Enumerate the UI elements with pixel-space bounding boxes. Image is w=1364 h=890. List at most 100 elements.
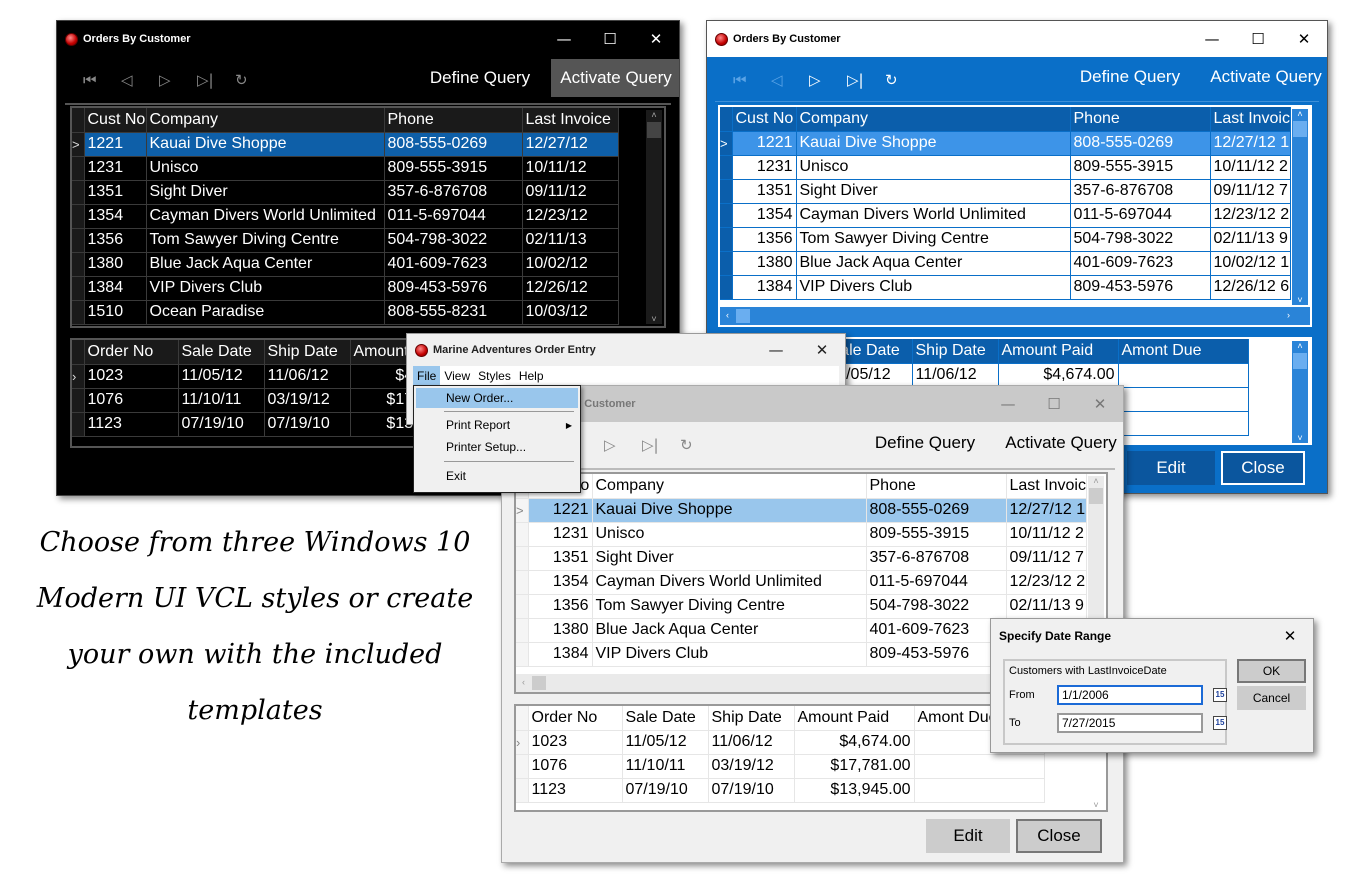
prior-record-icon[interactable]: ◁ bbox=[121, 71, 159, 89]
table-row[interactable]: 1354 Cayman Divers World Unlimited 011-5-6… bbox=[720, 203, 1291, 228]
to-date-input[interactable]: 7/27/2015 bbox=[1057, 713, 1203, 733]
prior-record-icon[interactable]: ◁ bbox=[771, 71, 809, 89]
maximize-button[interactable]: ☐ bbox=[1235, 21, 1281, 57]
calendar-icon[interactable]: 15 bbox=[1213, 688, 1227, 702]
table-row[interactable]: 112307/19/1007/19/10$13,945.00 bbox=[516, 778, 1045, 803]
cell: 1076 bbox=[528, 754, 623, 779]
horizontal-scrollbar[interactable]: ‹ › bbox=[720, 307, 1310, 325]
table-row[interactable]: 1354 Cayman Divers World Unlimited 011-5-6… bbox=[72, 204, 619, 229]
table-row[interactable]: 1380Blue Jack Aqua Center401-609-762310/… bbox=[72, 252, 619, 277]
row-indicator bbox=[720, 179, 733, 204]
close-window-button[interactable]: Close bbox=[1016, 819, 1102, 853]
table-row[interactable]: 1356 Tom Sawyer Diving Centre 504-798-3022… bbox=[516, 594, 1087, 619]
table-row[interactable]: ›102311/05/1211/06/12$4,674.00 bbox=[516, 730, 1045, 755]
cell: 12/27/12 1 bbox=[1006, 498, 1087, 523]
vertical-scrollbar[interactable]: ˄ ˅ bbox=[646, 110, 662, 324]
ok-button[interactable]: OK bbox=[1237, 659, 1306, 683]
vertical-scrollbar[interactable]: ˄ ˅ bbox=[1292, 109, 1308, 305]
cell: VIP Divers Club bbox=[146, 276, 385, 301]
refresh-icon[interactable]: ↻ bbox=[885, 71, 923, 89]
minimize-button[interactable]: — bbox=[541, 21, 587, 57]
activate-query-button[interactable]: Activate Query bbox=[1201, 58, 1327, 96]
close-button[interactable]: ✕ bbox=[1267, 619, 1313, 653]
table-row[interactable]: >1221 Kauai Dive Shoppe 808-555-0269 12/27/… bbox=[720, 131, 1291, 156]
minimize-button[interactable]: — bbox=[985, 386, 1031, 422]
table-row[interactable]: 1380Blue Jack Aqua Center401-609-762310/… bbox=[720, 251, 1291, 276]
close-window-button[interactable]: Close bbox=[1221, 451, 1305, 485]
table-row[interactable]: >1221 Kauai Dive Shoppe 808-555-0269 12/27/… bbox=[72, 132, 619, 157]
table-row[interactable]: 1384VIP Divers Club809-453-597612/26/12 … bbox=[720, 275, 1291, 300]
menu-item-print-report[interactable]: Print Report ▶ bbox=[416, 415, 578, 435]
next-record-icon[interactable]: ▷ bbox=[159, 71, 197, 89]
close-button[interactable]: ✕ bbox=[799, 334, 845, 366]
cell: $4,674.00 bbox=[998, 363, 1119, 388]
vertical-scrollbar[interactable]: ˄ ˅ bbox=[1292, 341, 1308, 443]
cell: 10/11/12 bbox=[522, 156, 619, 181]
cell bbox=[914, 754, 1045, 779]
table-row[interactable]: 107611/10/1103/19/12$17,781.00 bbox=[516, 754, 1045, 779]
from-date-input[interactable]: 1/1/2006 bbox=[1057, 685, 1203, 705]
table-row[interactable]: 1384 VIP Divers Club 809-453-5976 12/26/12 bbox=[72, 276, 619, 301]
define-query-button[interactable]: Define Query bbox=[423, 59, 537, 97]
table-row[interactable]: 1356 Tom Sawyer Diving Centre 504-798-3022… bbox=[72, 228, 619, 253]
window-title: Orders By Customer bbox=[83, 33, 191, 45]
minimize-button[interactable]: — bbox=[1189, 21, 1235, 57]
table-row[interactable]: 1231 Unisco 809-555-3915 10/11/12 bbox=[72, 156, 619, 181]
cell: 504-798-3022 bbox=[384, 228, 523, 253]
menu-item-exit[interactable]: Exit bbox=[416, 466, 578, 486]
row-indicator bbox=[72, 388, 85, 413]
cell: 1351 bbox=[528, 546, 593, 571]
menu-item-label: Exit bbox=[446, 469, 467, 483]
cell: 1351 bbox=[84, 180, 147, 205]
record-navigator: ⏮ ◁ ▷ ▷| ↻ bbox=[83, 71, 273, 89]
close-button[interactable]: ✕ bbox=[1281, 21, 1327, 57]
cell: 401-609-7623 bbox=[866, 618, 1007, 643]
cell: 504-798-3022 bbox=[866, 594, 1007, 619]
edit-button[interactable]: Edit bbox=[1127, 451, 1215, 485]
calendar-icon[interactable]: 15 bbox=[1213, 716, 1227, 730]
customers-grid[interactable]: Cust NoCompanyPhoneLast Invoice>1221Kaua… bbox=[70, 106, 666, 328]
cancel-button[interactable]: Cancel bbox=[1237, 686, 1306, 710]
first-record-icon[interactable]: ⏮ bbox=[733, 71, 771, 89]
table-row[interactable]: >1221 Kauai Dive Shoppe 808-555-0269 12/27/… bbox=[516, 498, 1087, 523]
cell: 10/11/12 2 bbox=[1006, 522, 1087, 547]
customers-grid[interactable]: Cust NoCompanyPhoneLast Invoice>1221Kaua… bbox=[718, 105, 1312, 327]
menu-item-printer-setup[interactable]: Printer Setup... bbox=[416, 437, 578, 457]
last-record-icon[interactable]: ▷| bbox=[642, 436, 680, 454]
row-indicator bbox=[516, 522, 529, 547]
column-header: Cust No bbox=[84, 108, 147, 133]
last-record-icon[interactable]: ▷| bbox=[197, 71, 235, 89]
cell: Sight Diver bbox=[592, 546, 867, 571]
close-button[interactable]: ✕ bbox=[1077, 386, 1123, 422]
edit-button[interactable]: Edit bbox=[926, 819, 1010, 853]
menu-item-label: Print Report bbox=[446, 418, 511, 432]
activate-query-button[interactable]: Activate Query bbox=[996, 424, 1123, 462]
cell: Blue Jack Aqua Center bbox=[796, 251, 1071, 276]
maximize-button[interactable]: ☐ bbox=[587, 21, 633, 57]
define-query-button[interactable]: Define Query bbox=[1073, 58, 1187, 96]
table-row[interactable]: 1231 Unisco 809-555-3915 10/11/12 2 bbox=[516, 522, 1087, 547]
refresh-icon[interactable]: ↻ bbox=[235, 71, 273, 89]
refresh-icon[interactable]: ↻ bbox=[680, 436, 718, 454]
next-record-icon[interactable]: ▷ bbox=[809, 71, 847, 89]
next-record-icon[interactable]: ▷ bbox=[604, 436, 642, 454]
table-row[interactable]: 1354 Cayman Divers World Unlimited 011-5-6… bbox=[516, 570, 1087, 595]
cell: 12/23/12 bbox=[522, 204, 619, 229]
table-row[interactable]: 1231 Unisco 809-555-3915 10/11/12 2 bbox=[720, 155, 1291, 180]
first-record-icon[interactable]: ⏮ bbox=[83, 71, 121, 89]
table-row[interactable]: 1351 Sight Diver 357-6-876708 09/11/12 bbox=[72, 180, 619, 205]
define-query-label: Define Query bbox=[429, 68, 531, 87]
menu-item-new-order[interactable]: New Order... bbox=[416, 388, 578, 408]
activate-query-button[interactable]: Activate Query bbox=[551, 59, 679, 97]
define-query-button[interactable]: Define Query bbox=[868, 424, 982, 462]
cell: Tom Sawyer Diving Centre bbox=[592, 594, 867, 619]
last-record-icon[interactable]: ▷| bbox=[847, 71, 885, 89]
table-row[interactable]: 1351 Sight Diver 357-6-876708 09/11/12 7 bbox=[720, 179, 1291, 204]
minimize-button[interactable]: — bbox=[753, 334, 799, 366]
close-button[interactable]: ✕ bbox=[633, 21, 679, 57]
cell: 02/11/13 9 bbox=[1210, 227, 1291, 252]
maximize-button[interactable]: ☐ bbox=[1031, 386, 1077, 422]
table-row[interactable]: 1510 Ocean Paradise 808-555-8231 10/03/12 bbox=[72, 300, 619, 325]
table-row[interactable]: 1351 Sight Diver 357-6-876708 09/11/12 7 bbox=[516, 546, 1087, 571]
table-row[interactable]: 1356 Tom Sawyer Diving Centre 504-798-3022… bbox=[720, 227, 1291, 252]
